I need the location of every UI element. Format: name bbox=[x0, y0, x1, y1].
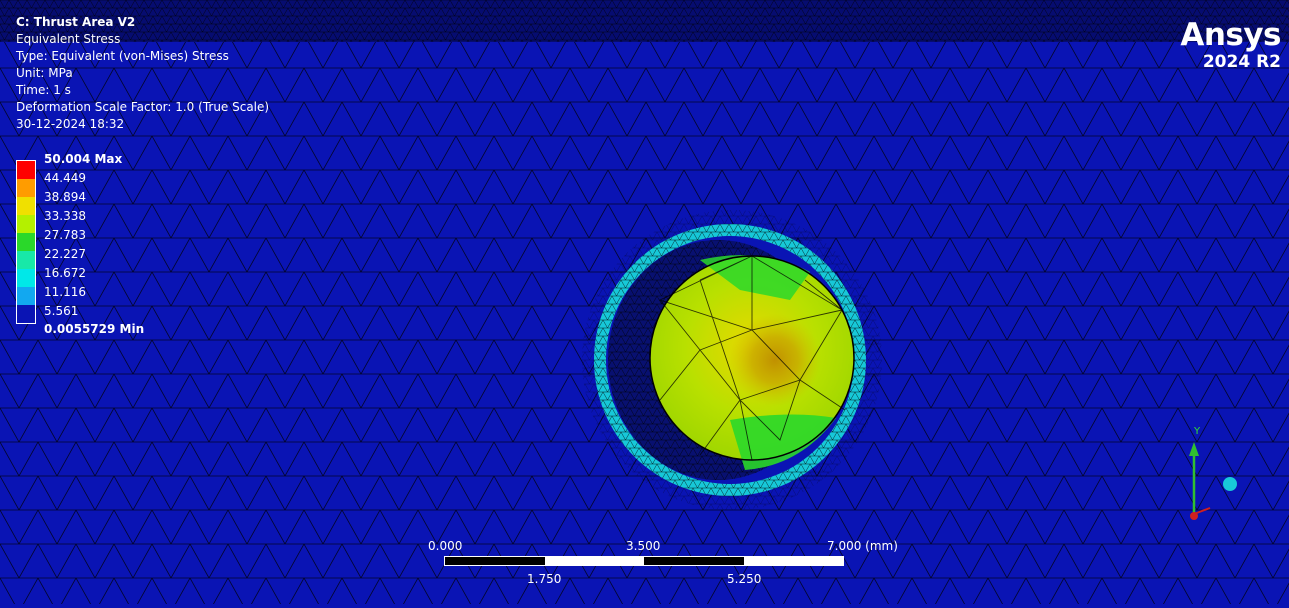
result-name: Equivalent Stress bbox=[16, 32, 121, 46]
scale-label: 7.000 (mm) bbox=[827, 539, 898, 553]
scale-label: 0.000 bbox=[428, 539, 463, 553]
triad-y-label: Y bbox=[1193, 426, 1201, 437]
legend-value: 27.783 bbox=[44, 228, 86, 242]
legend-swatch bbox=[17, 269, 35, 287]
legend-swatch bbox=[17, 287, 35, 305]
legend-swatch bbox=[17, 179, 35, 197]
legend-value: 44.449 bbox=[44, 171, 86, 185]
legend-value: 38.894 bbox=[44, 190, 86, 204]
legend-value: 33.338 bbox=[44, 209, 86, 223]
legend-swatch bbox=[17, 305, 35, 323]
logo-version: 2024 R2 bbox=[1202, 52, 1281, 72]
legend-value: 16.672 bbox=[44, 266, 86, 280]
deformation-scale: Deformation Scale Factor: 1.0 (True Scal… bbox=[16, 100, 270, 114]
scale-segment bbox=[445, 557, 545, 565]
scale-bar-graphic bbox=[444, 556, 844, 566]
scale-segment bbox=[743, 557, 843, 565]
legend-swatch bbox=[17, 233, 35, 251]
legend-color-bar bbox=[16, 160, 36, 324]
scale-label: 5.250 bbox=[727, 572, 762, 586]
legend-swatch bbox=[17, 161, 35, 179]
result-time: Time: 1 s bbox=[16, 83, 71, 97]
ansys-logo: Ansys 2024 R2 bbox=[1180, 18, 1281, 72]
scale-segment bbox=[644, 557, 744, 565]
scale-bar: 0.000 3.500 7.000 (mm) 1.750 5.250 bbox=[428, 538, 898, 588]
scale-label: 1.750 bbox=[527, 572, 562, 586]
legend-min: 0.0055729 Min bbox=[44, 322, 145, 336]
legend-value: 11.116 bbox=[44, 285, 86, 299]
scale-label: 3.500 bbox=[626, 539, 661, 553]
coordinate-triad[interactable]: Y bbox=[1180, 424, 1260, 524]
legend-swatch bbox=[17, 197, 35, 215]
legend-value: 22.227 bbox=[44, 247, 86, 261]
legend-swatch bbox=[17, 251, 35, 269]
legend-swatch bbox=[17, 215, 35, 233]
isometric-view-ball[interactable] bbox=[1223, 477, 1237, 491]
result-timestamp: 30-12-2024 18:32 bbox=[16, 117, 125, 131]
result-unit: Unit: MPa bbox=[16, 66, 73, 80]
triad-origin bbox=[1190, 512, 1198, 520]
y-axis-arrowhead bbox=[1189, 442, 1199, 456]
result-type: Type: Equivalent (von-Mises) Stress bbox=[16, 49, 229, 63]
legend-value: 5.561 bbox=[44, 304, 79, 318]
legend-max: 50.004 Max bbox=[44, 152, 123, 166]
scale-segment bbox=[544, 557, 644, 565]
analysis-title: C: Thrust Area V2 bbox=[16, 15, 136, 29]
result-details: C: Thrust Area V2 Equivalent Stress Type… bbox=[16, 14, 269, 133]
logo-brand: Ansys bbox=[1180, 17, 1281, 53]
